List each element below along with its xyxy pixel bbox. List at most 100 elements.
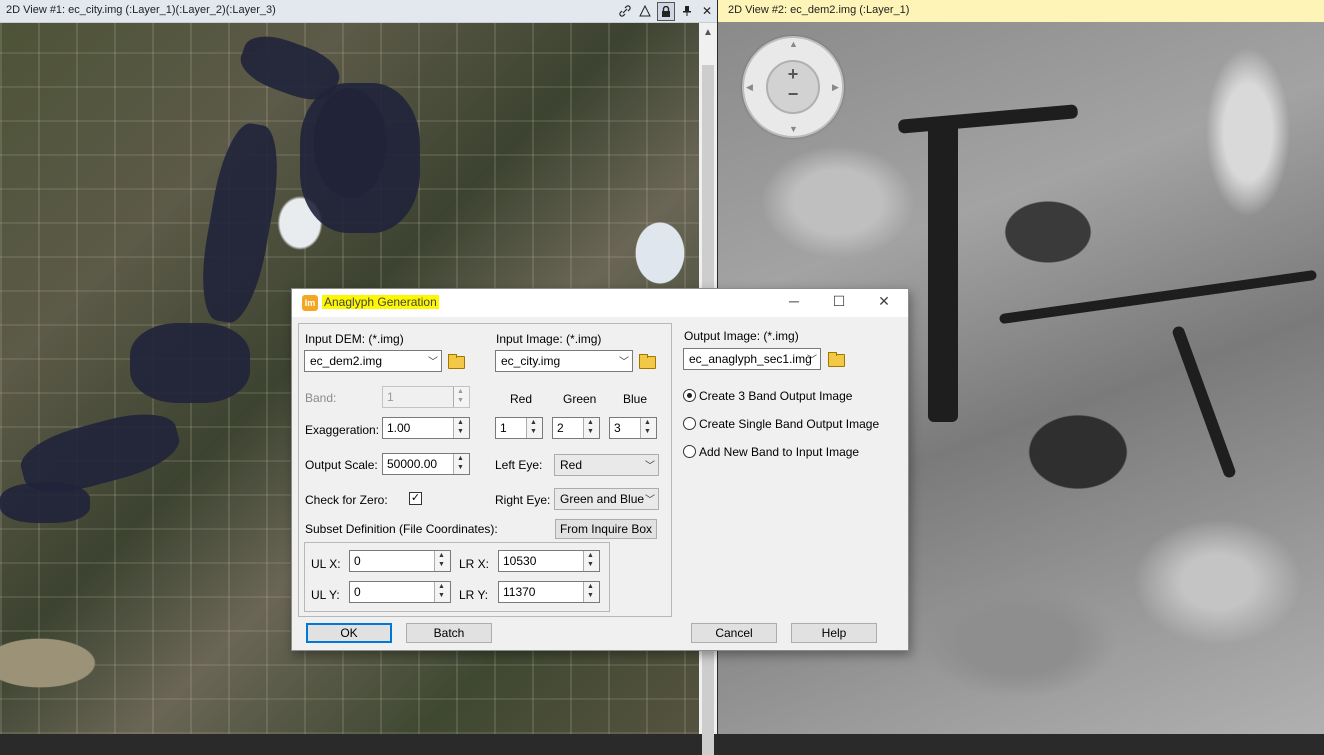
output-scale-value: 50000.00: [387, 457, 437, 471]
green-label: Green: [563, 392, 596, 406]
ulx-spin-buttons[interactable]: ▲▼: [434, 551, 450, 571]
from-inquire-box-button[interactable]: From Inquire Box: [555, 519, 657, 539]
lrx-spin-buttons[interactable]: ▲▼: [583, 551, 599, 571]
cancel-button[interactable]: Cancel: [691, 623, 777, 643]
batch-button[interactable]: Batch: [406, 623, 492, 643]
app-icon: Im: [302, 295, 318, 311]
uly-spinner[interactable]: 0 ▲▼: [349, 581, 451, 603]
close-icon[interactable]: ✕: [699, 2, 715, 19]
red-label: Red: [510, 392, 532, 406]
view1-titlebar: 2D View #1: ec_city.img (:Layer_1)(:Laye…: [0, 0, 717, 23]
band-value: 1: [387, 390, 394, 404]
lrx-spinner[interactable]: 10530 ▲▼: [498, 550, 600, 572]
maximize-button[interactable]: ☐: [829, 293, 849, 311]
option-single-band-label[interactable]: Create Single Band Output Image: [699, 417, 879, 431]
exaggeration-value: 1.00: [387, 421, 410, 435]
check-zero-checkbox[interactable]: ✓: [409, 492, 422, 505]
right-eye-combo[interactable]: Green and Blue ﹀: [554, 488, 659, 510]
green-spin-buttons[interactable]: ▲▼: [583, 418, 599, 438]
option-3band-label[interactable]: Create 3 Band Output Image: [699, 389, 852, 403]
band-spin-buttons[interactable]: ▲▼: [453, 387, 469, 407]
red-spin-buttons[interactable]: ▲▼: [526, 418, 542, 438]
view1-title: 2D View #1: ec_city.img (:Layer_1)(:Laye…: [6, 4, 276, 16]
folder-open-icon[interactable]: [827, 351, 845, 367]
subset-label: Subset Definition (File Coordinates):: [305, 522, 498, 536]
close-button[interactable]: ✕: [874, 293, 894, 311]
input-image-label: Input Image: (*.img): [496, 332, 601, 346]
radio-single-band[interactable]: [683, 417, 696, 430]
exaggeration-spin-buttons[interactable]: ▲▼: [453, 418, 469, 438]
zoom-out-icon[interactable]: −: [768, 84, 818, 105]
left-eye-value: Red: [560, 458, 582, 472]
radio-3band[interactable]: [683, 389, 696, 402]
folder-open-icon[interactable]: [638, 353, 656, 369]
output-image-combo[interactable]: ec_anaglyph_sec1.img ﹀: [683, 348, 821, 370]
dem-river-shape: [898, 104, 1079, 134]
lry-spin-buttons[interactable]: ▲▼: [583, 582, 599, 602]
dem-river-shape: [999, 270, 1317, 324]
band-spinner[interactable]: 1 ▲▼: [382, 386, 470, 408]
green-band-spinner[interactable]: 2 ▲▼: [552, 417, 600, 439]
pin-icon[interactable]: [679, 2, 695, 19]
uly-value: 0: [354, 585, 361, 599]
output-scale-spinner[interactable]: 50000.00 ▲▼: [382, 453, 470, 475]
river-shape: [193, 119, 287, 326]
chevron-down-icon: ﹀: [428, 353, 438, 368]
band-label: Band:: [305, 391, 336, 405]
lry-value: 11370: [503, 585, 535, 599]
blue-band-spinner[interactable]: 3 ▲▼: [609, 417, 657, 439]
ok-button[interactable]: OK: [306, 623, 392, 643]
green-band-value: 2: [557, 421, 564, 435]
right-eye-label: Right Eye:: [495, 493, 550, 507]
radio-add-band[interactable]: [683, 445, 696, 458]
option-add-band-label[interactable]: Add New Band to Input Image: [699, 445, 859, 459]
left-eye-label: Left Eye:: [495, 458, 542, 472]
exaggeration-spinner[interactable]: 1.00 ▲▼: [382, 417, 470, 439]
view2-titlebar: 2D View #2: ec_dem2.img (:Layer_1): [718, 0, 1324, 22]
zoom-buttons: + −: [766, 60, 820, 114]
ulx-label: UL X:: [311, 557, 341, 571]
exaggeration-label: Exaggeration:: [305, 423, 379, 437]
blue-spin-buttons[interactable]: ▲▼: [640, 418, 656, 438]
input-dem-value: ec_dem2.img: [310, 354, 382, 368]
lock-icon[interactable]: [657, 2, 675, 21]
pan-left-icon[interactable]: ◀: [746, 82, 753, 93]
input-dem-combo[interactable]: ec_dem2.img ﹀: [304, 350, 442, 372]
uly-spin-buttons[interactable]: ▲▼: [434, 582, 450, 602]
dem-river-shape: [1171, 325, 1237, 479]
blue-label: Blue: [623, 392, 647, 406]
help-button[interactable]: Help: [791, 623, 877, 643]
lry-spinner[interactable]: 11370 ▲▼: [498, 581, 600, 603]
check-zero-label: Check for Zero:: [305, 493, 388, 507]
link-icon[interactable]: [617, 2, 633, 19]
right-eye-value: Green and Blue: [560, 492, 644, 506]
river-shape: [300, 83, 420, 233]
dem-river-shape: [928, 122, 958, 422]
chevron-down-icon: ﹀: [807, 351, 817, 366]
folder-open-icon[interactable]: [447, 353, 465, 369]
zoom-in-icon[interactable]: +: [768, 64, 818, 85]
uly-label: UL Y:: [311, 588, 340, 602]
zoom-pan-control[interactable]: ▲ ▼ ◀ ▶ + −: [742, 36, 844, 138]
scroll-up-icon[interactable]: ▲: [703, 27, 713, 38]
input-image-combo[interactable]: ec_city.img ﹀: [495, 350, 633, 372]
output-image-label: Output Image: (*.img): [684, 329, 799, 343]
pan-down-icon[interactable]: ▼: [789, 124, 798, 134]
river-shape: [130, 323, 250, 403]
triangle-icon[interactable]: [637, 2, 653, 19]
output-scale-label: Output Scale:: [305, 458, 378, 472]
input-image-value: ec_city.img: [501, 354, 560, 368]
chevron-down-icon: ﹀: [645, 457, 655, 472]
pan-up-icon[interactable]: ▲: [789, 39, 798, 49]
output-scale-spin-buttons[interactable]: ▲▼: [453, 454, 469, 474]
red-band-spinner[interactable]: 1 ▲▼: [495, 417, 543, 439]
anaglyph-dialog: Im Anaglyph Generation ─ ☐ ✕ Input DEM: …: [291, 288, 909, 651]
minimize-button[interactable]: ─: [784, 293, 804, 311]
view2-title: 2D View #2: ec_dem2.img (:Layer_1): [728, 4, 909, 16]
left-eye-combo[interactable]: Red ﹀: [554, 454, 659, 476]
pan-right-icon[interactable]: ▶: [832, 82, 839, 93]
ulx-spinner[interactable]: 0 ▲▼: [349, 550, 451, 572]
dialog-titlebar: Im Anaglyph Generation ─ ☐ ✕: [292, 289, 908, 317]
lrx-label: LR X:: [459, 557, 489, 571]
lrx-value: 10530: [503, 554, 536, 568]
